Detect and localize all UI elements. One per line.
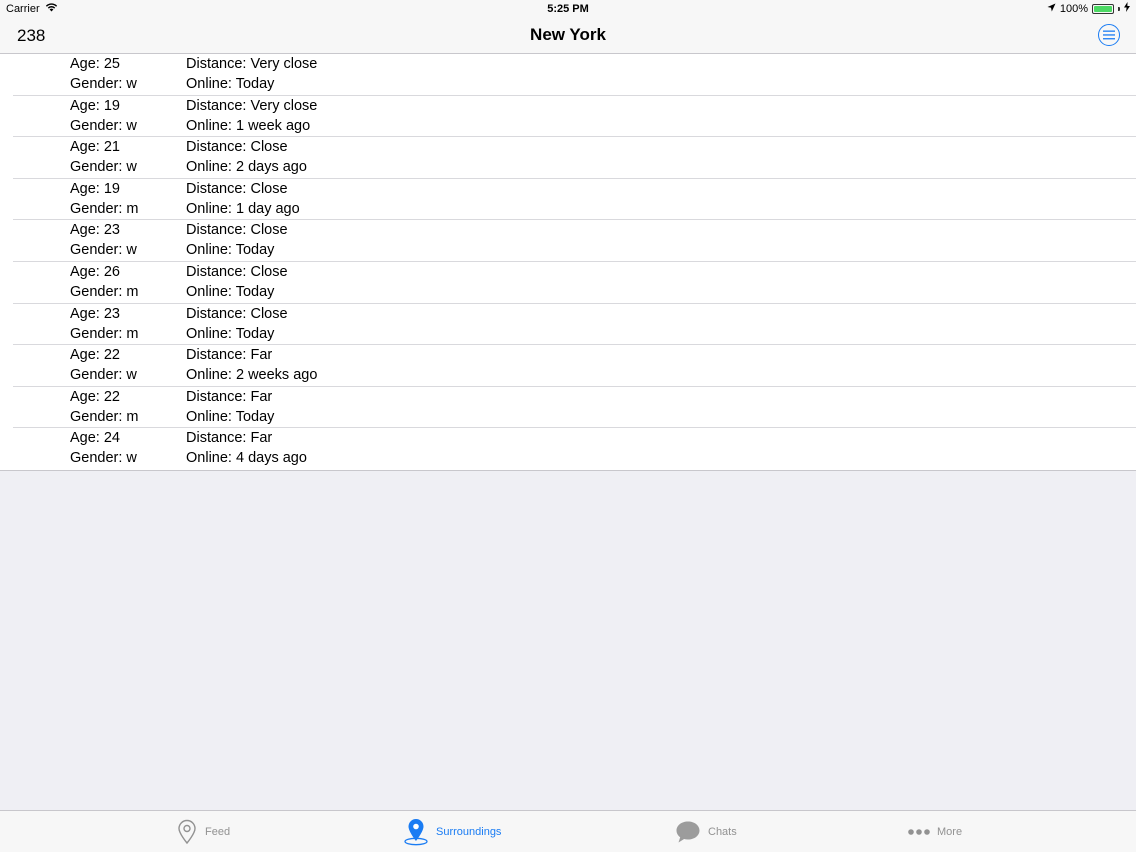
age-label: Age: 19 (70, 97, 120, 114)
list-item[interactable]: Age: 22 Gender: m Distance: Far Online: Tod… (13, 387, 1136, 429)
list-item[interactable]: Age: 25 Gender: w Distance: Very close Onli… (13, 54, 1136, 96)
tab-surroundings-label: Surroundings (436, 826, 502, 838)
gender-label: Gender: m (70, 200, 139, 217)
distance-label: Distance: Far (186, 430, 273, 447)
tab-bar: Feed Surroundings Chats More (0, 810, 1136, 852)
distance-label: Distance: Far (186, 347, 273, 364)
tab-more[interactable]: More (908, 817, 962, 847)
tab-surroundings[interactable]: Surroundings (403, 817, 501, 847)
distance-label: Distance: Close (186, 263, 288, 280)
online-status-label: Online: Today (186, 242, 275, 259)
online-status-label: Online: Today (186, 325, 275, 342)
status-time: 5:25 PM (547, 3, 589, 15)
tab-more-label: More (937, 826, 963, 838)
tab-feed-label: Feed (205, 826, 231, 838)
age-label: Age: 22 (70, 347, 120, 364)
gender-label: Gender: w (70, 367, 137, 384)
gender-label: Gender: m (70, 325, 139, 342)
online-status-label: Online: 1 day ago (186, 200, 300, 217)
distance-label: Distance: Far (186, 388, 273, 405)
online-status-label: Online: 1 week ago (186, 117, 311, 134)
battery-percent: 100% (1059, 3, 1088, 15)
more-dots-icon (908, 829, 930, 835)
gender-label: Gender: w (70, 117, 137, 134)
battery-fill (1094, 6, 1112, 12)
distance-label: Distance: Close (186, 222, 288, 239)
map-pin-outline-icon (178, 819, 196, 845)
charging-icon (1124, 0, 1130, 18)
gender-label: Gender: w (70, 242, 137, 259)
navigation-bar: 238 New York (0, 18, 1136, 54)
list-item[interactable]: Age: 22 Gender: w Distance: Far Online: 2 w… (13, 345, 1136, 387)
list-menu-icon (1103, 30, 1115, 40)
age-label: Age: 24 (70, 430, 120, 447)
tab-feed[interactable]: Feed (176, 817, 230, 847)
location-arrow-icon (1047, 0, 1056, 18)
map-pin-filled-icon (404, 819, 428, 846)
battery-icon (1092, 4, 1114, 14)
age-label: Age: 26 (70, 263, 120, 280)
tab-chats[interactable]: Chats (675, 817, 737, 847)
list-item[interactable]: Age: 26 Gender: m Distance: Close Online: T… (13, 262, 1136, 304)
list-item[interactable]: Age: 19 Gender: m Distance: Close Online: 1… (13, 179, 1136, 221)
gender-label: Gender: m (70, 283, 139, 300)
gender-label: Gender: w (70, 159, 137, 176)
app-screen: Carrier 5:25 PM 100% 238 New York Age: 2… (0, 0, 1136, 852)
list-item[interactable]: Age: 24 Gender: w Distance: Far Online: 4 d… (13, 428, 1136, 470)
gender-label: Gender: w (70, 76, 137, 92)
list-item[interactable]: Age: 21 Gender: w Distance: Close Online: 2… (13, 137, 1136, 179)
age-label: Age: 25 (70, 56, 120, 72)
page-title: New York (530, 25, 606, 44)
gender-label: Gender: w (70, 450, 137, 467)
status-right: 100% (1047, 0, 1130, 18)
distance-label: Distance: Very close (186, 56, 318, 72)
age-label: Age: 23 (70, 222, 120, 239)
age-label: Age: 19 (70, 180, 120, 197)
gender-label: Gender: m (70, 408, 139, 425)
distance-label: Distance: Close (186, 180, 288, 197)
online-status-label: Online: Today (186, 408, 275, 425)
chat-bubble-icon (676, 821, 700, 843)
online-status-label: Online: 2 days ago (186, 159, 307, 176)
people-list: Age: 25 Gender: w Distance: Very close Onli… (0, 54, 1136, 471)
distance-label: Distance: Close (186, 305, 288, 322)
tab-chats-label: Chats (708, 826, 737, 838)
distance-label: Distance: Close (186, 139, 288, 156)
age-label: Age: 21 (70, 139, 120, 156)
online-status-label: Online: 2 weeks ago (186, 367, 318, 384)
distance-label: Distance: Very close (186, 97, 318, 114)
status-bar: Carrier 5:25 PM 100% (0, 0, 1136, 18)
list-item[interactable]: Age: 19 Gender: w Distance: Very close Onli… (13, 96, 1136, 138)
battery-tip (1118, 7, 1120, 11)
online-status-label: Online: 4 days ago (186, 450, 307, 467)
online-status-label: Online: Today (186, 283, 275, 300)
list-item[interactable]: Age: 23 Gender: m Distance: Close Online: T… (13, 304, 1136, 346)
age-label: Age: 23 (70, 305, 120, 322)
list-item[interactable]: Age: 23 Gender: w Distance: Close Online: T… (13, 220, 1136, 262)
age-label: Age: 22 (70, 388, 120, 405)
list-menu-button[interactable] (1098, 24, 1120, 46)
online-status-label: Online: Today (186, 76, 275, 92)
